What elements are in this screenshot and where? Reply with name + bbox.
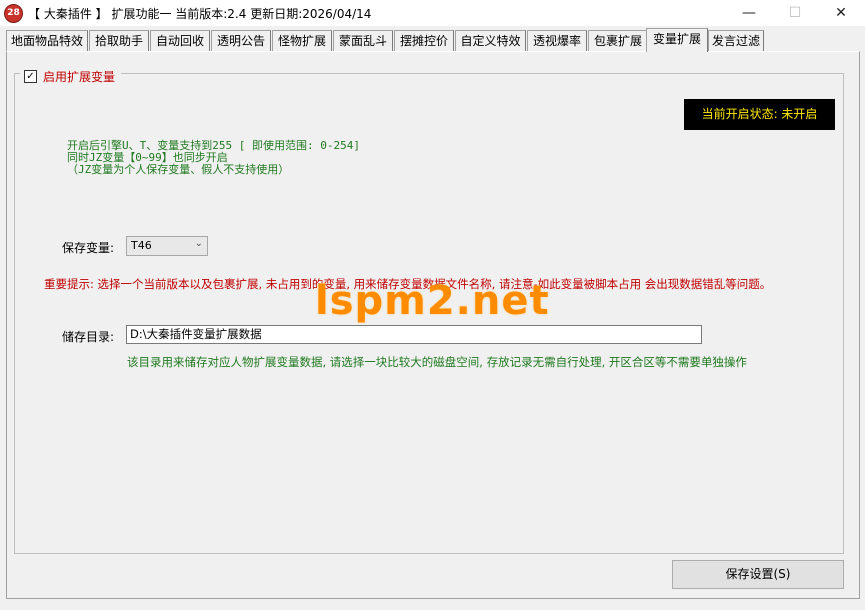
app-logo-icon: 28 [4,4,23,23]
storage-directory-note: 该目录用来储存对应人物扩展变量数据, 请选择一块比较大的磁盘空间, 存放记录无需… [127,355,747,369]
tab-masked-brawl[interactable]: 蒙面乱斗 [333,30,393,51]
save-variable-label: 保存变量: [62,241,115,255]
enable-label: 启用扩展变量 [43,69,116,84]
info-line-3: （JZ变量为个人保存变量、假人不支持使用） [67,163,290,176]
tab-drop-rate-view[interactable]: 透视爆率 [527,30,587,51]
storage-directory-input[interactable]: D:\大秦插件变量扩展数据 [126,325,702,344]
tab-transparent-notice[interactable]: 透明公告 [211,30,271,51]
save-variable-value: T46 [131,239,152,252]
save-settings-button[interactable]: 保存设置(S) [672,560,844,589]
close-button[interactable]: ✕ [818,0,864,26]
tab-strip: 地面物品特效 拾取助手 自动回收 透明公告 怪物扩展 蒙面乱斗 摆摊控价 自定义… [6,28,861,52]
enable-checkbox[interactable]: ✓ [24,69,37,83]
tab-pickup-helper[interactable]: 拾取助手 [89,30,149,51]
minimize-button[interactable]: — [726,0,772,26]
tab-variable-extension[interactable]: 变量扩展 [646,28,708,52]
tab-custom-effects[interactable]: 自定义特效 [455,30,526,51]
maximize-button[interactable]: ☐ [772,0,818,26]
tab-ground-item-effects[interactable]: 地面物品特效 [6,30,88,51]
window-title: 【 大秦插件 】 扩展功能一 当前版本:2.4 更新日期:2026/04/14 [28,7,372,21]
enable-variable-extension-row[interactable]: ✓ 启用扩展变量 [20,67,122,85]
tab-speech-filter[interactable]: 发言过滤 [708,30,764,51]
tab-bag-extension[interactable]: 包裹扩展 [588,30,648,51]
save-variable-select[interactable]: T46 ⌄ [126,236,208,256]
tab-monster-extension[interactable]: 怪物扩展 [272,30,332,51]
status-badge: 当前开启状态: 未开启 [684,99,835,130]
storage-directory-label: 储存目录: [62,330,115,344]
tab-auto-recycle[interactable]: 自动回收 [150,30,210,51]
watermark-text: lspm2.net [315,278,550,324]
chevron-down-icon: ⌄ [194,238,203,249]
title-bar: 28 【 大秦插件 】 扩展功能一 当前版本:2.4 更新日期:2026/04/… [0,0,865,26]
tab-stall-price-control[interactable]: 摆摊控价 [394,30,454,51]
